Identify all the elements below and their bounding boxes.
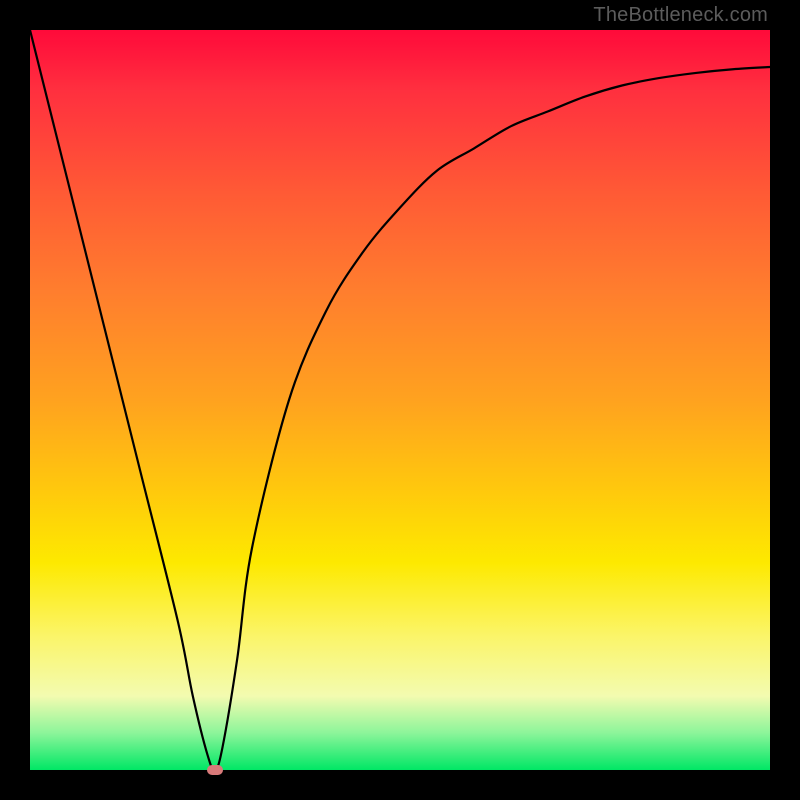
chart-frame: TheBottleneck.com	[0, 0, 800, 800]
bottleneck-curve	[30, 30, 770, 770]
plot-area	[30, 30, 770, 770]
minimum-marker	[207, 765, 223, 775]
watermark-text: TheBottleneck.com	[593, 4, 768, 27]
